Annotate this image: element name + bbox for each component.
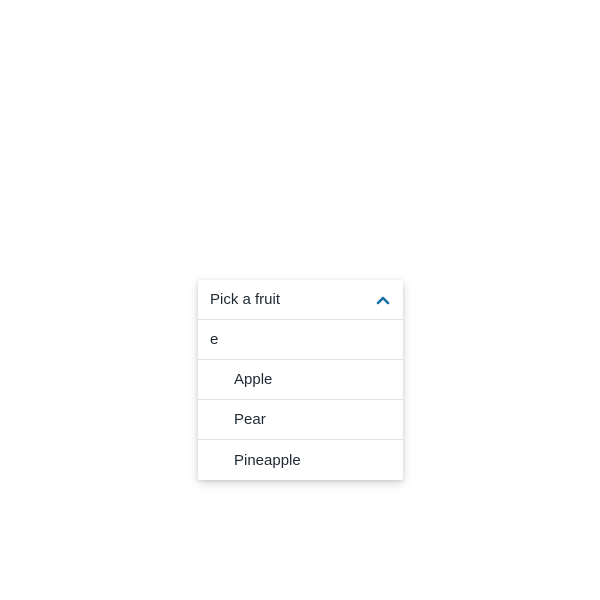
filter-input[interactable] bbox=[198, 320, 403, 359]
combobox-label: Pick a fruit bbox=[210, 291, 281, 308]
option-pineapple[interactable]: Pineapple bbox=[198, 440, 403, 480]
combobox-toggle[interactable]: Pick a fruit bbox=[198, 280, 403, 320]
option-pear[interactable]: Pear bbox=[198, 400, 403, 440]
chevron-up-icon[interactable] bbox=[375, 292, 391, 308]
fruit-combobox: Pick a fruit Apple Pear Pineapple bbox=[198, 280, 403, 480]
option-apple[interactable]: Apple bbox=[198, 360, 403, 400]
options-list: Apple Pear Pineapple bbox=[198, 360, 403, 480]
filter-row bbox=[198, 320, 403, 360]
page: Pick a fruit Apple Pear Pineapple bbox=[0, 0, 600, 600]
